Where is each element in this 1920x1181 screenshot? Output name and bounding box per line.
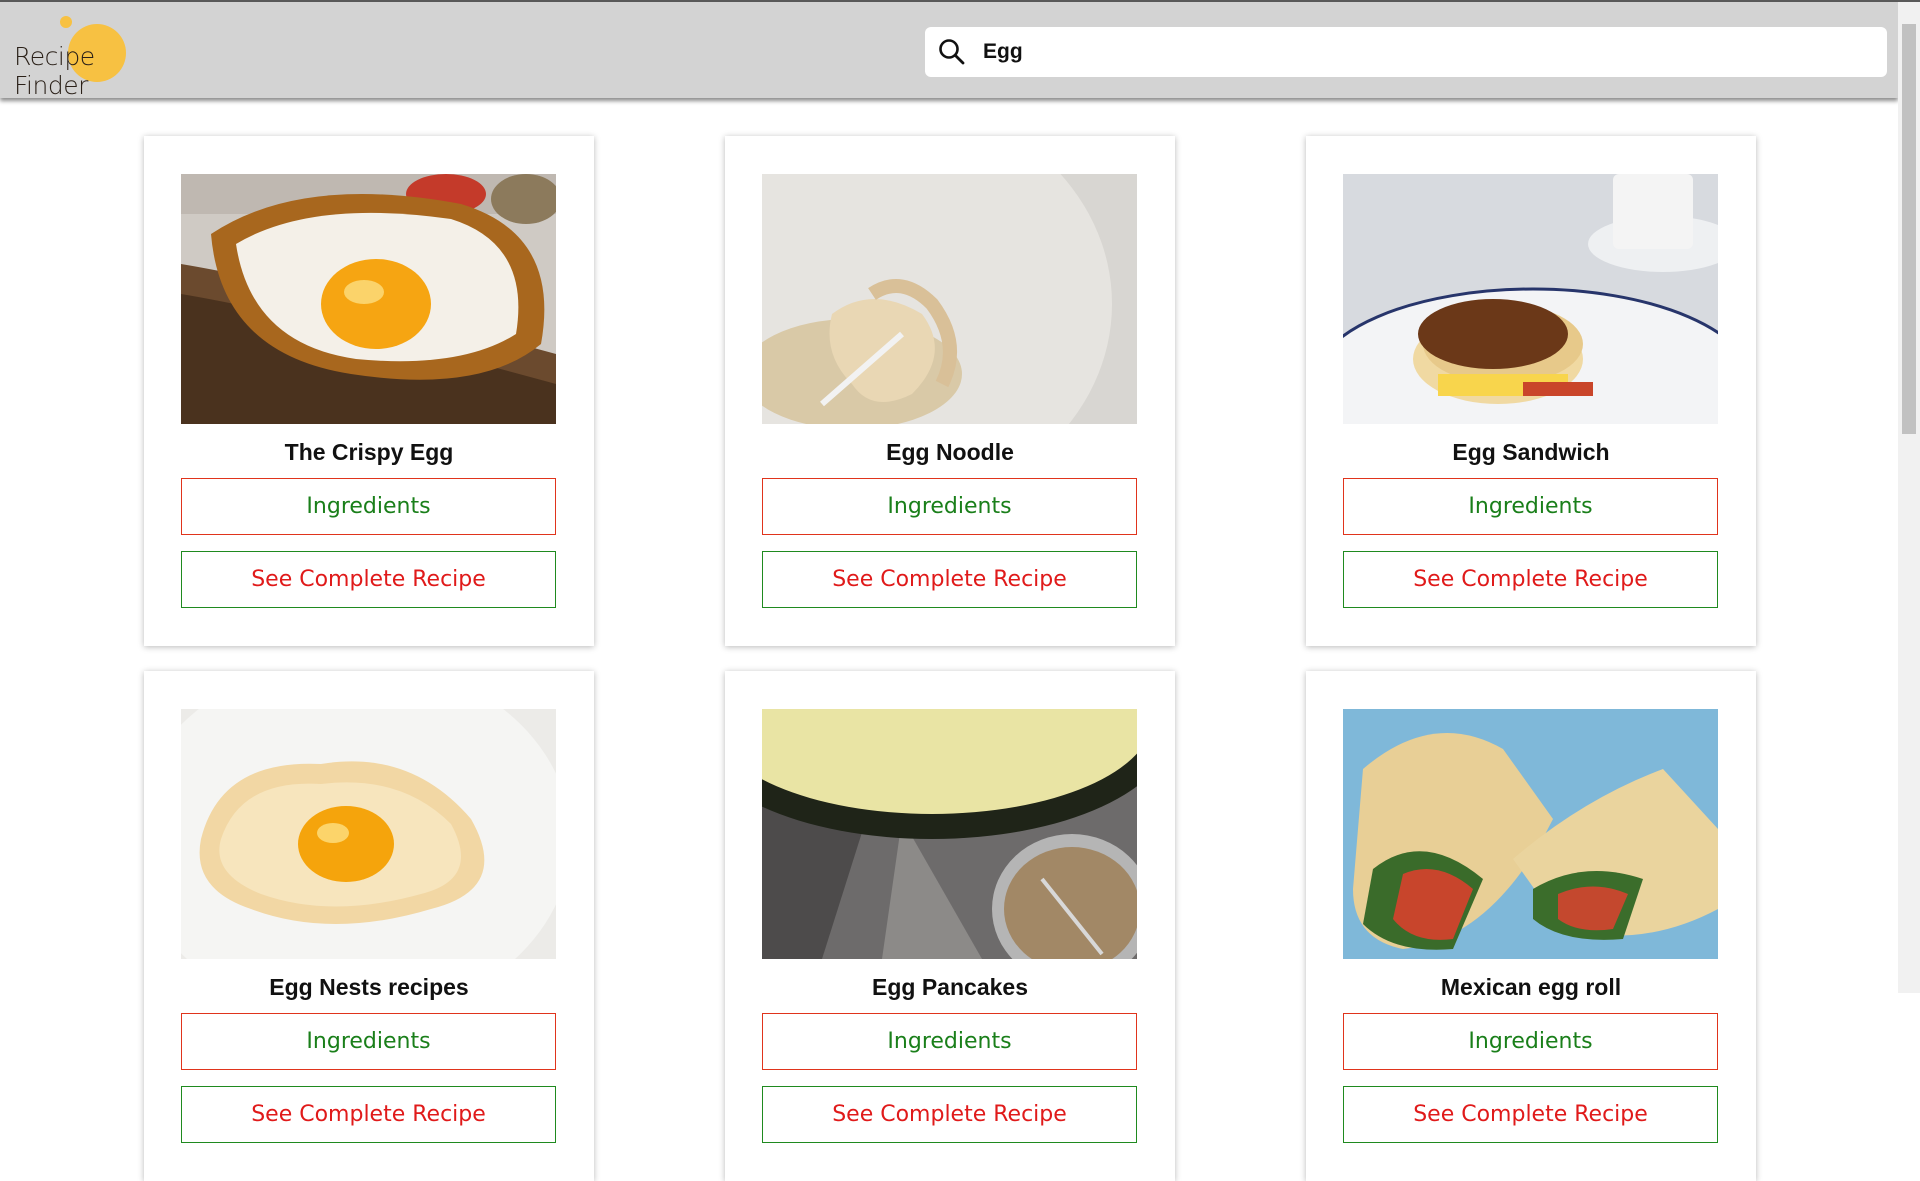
- see-complete-recipe-button[interactable]: See Complete Recipe: [1343, 1086, 1718, 1143]
- recipe-image[interactable]: [1343, 174, 1718, 424]
- recipe-title: Egg Pancakes: [872, 974, 1028, 1000]
- see-complete-recipe-button[interactable]: See Complete Recipe: [181, 1086, 556, 1143]
- recipe-finder-logo[interactable]: Recipe Finder: [12, 14, 152, 100]
- recipe-card: Mexican egg roll Ingredients See Complet…: [1306, 671, 1756, 1181]
- recipe-image[interactable]: [762, 709, 1137, 959]
- ingredients-button[interactable]: Ingredients: [1343, 478, 1718, 535]
- recipe-title: Egg Sandwich: [1452, 439, 1610, 465]
- app-header: Recipe Finder: [0, 2, 1898, 100]
- recipe-grid: The Crispy Egg Ingredients See Complete …: [0, 0, 1898, 1181]
- recipe-title: Egg Noodle: [886, 439, 1014, 465]
- recipe-image[interactable]: [1343, 709, 1718, 959]
- recipe-title: The Crispy Egg: [284, 439, 454, 465]
- scrollbar-thumb[interactable]: [1902, 24, 1916, 434]
- see-complete-recipe-button[interactable]: See Complete Recipe: [762, 1086, 1137, 1143]
- recipe-card: Egg Noodle Ingredients See Complete Reci…: [725, 136, 1175, 646]
- recipe-card: Egg Sandwich Ingredients See Complete Re…: [1306, 136, 1756, 646]
- recipe-card: Egg Pancakes Ingredients See Complete Re…: [725, 671, 1175, 1181]
- see-complete-recipe-button[interactable]: See Complete Recipe: [762, 551, 1137, 608]
- see-complete-recipe-button[interactable]: See Complete Recipe: [1343, 551, 1718, 608]
- recipe-image[interactable]: [762, 174, 1137, 424]
- search-icon[interactable]: [937, 37, 967, 67]
- ingredients-button[interactable]: Ingredients: [762, 1013, 1137, 1070]
- ingredients-button[interactable]: Ingredients: [181, 1013, 556, 1070]
- recipe-image[interactable]: [181, 709, 556, 959]
- logo-small-dot: [60, 16, 72, 28]
- search-bar[interactable]: [925, 27, 1887, 77]
- search-input[interactable]: [983, 32, 1863, 72]
- ingredients-button[interactable]: Ingredients: [181, 478, 556, 535]
- see-complete-recipe-button[interactable]: See Complete Recipe: [181, 551, 556, 608]
- recipe-image[interactable]: [181, 174, 556, 424]
- logo-text: Recipe Finder: [14, 42, 95, 100]
- recipe-card: The Crispy Egg Ingredients See Complete …: [144, 136, 594, 646]
- ingredients-button[interactable]: Ingredients: [762, 478, 1137, 535]
- recipe-title: Egg Nests recipes: [269, 974, 469, 1000]
- ingredients-button[interactable]: Ingredients: [1343, 1013, 1718, 1070]
- recipe-card: Egg Nests recipes Ingredients See Comple…: [144, 671, 594, 1181]
- recipe-title: Mexican egg roll: [1440, 974, 1622, 1000]
